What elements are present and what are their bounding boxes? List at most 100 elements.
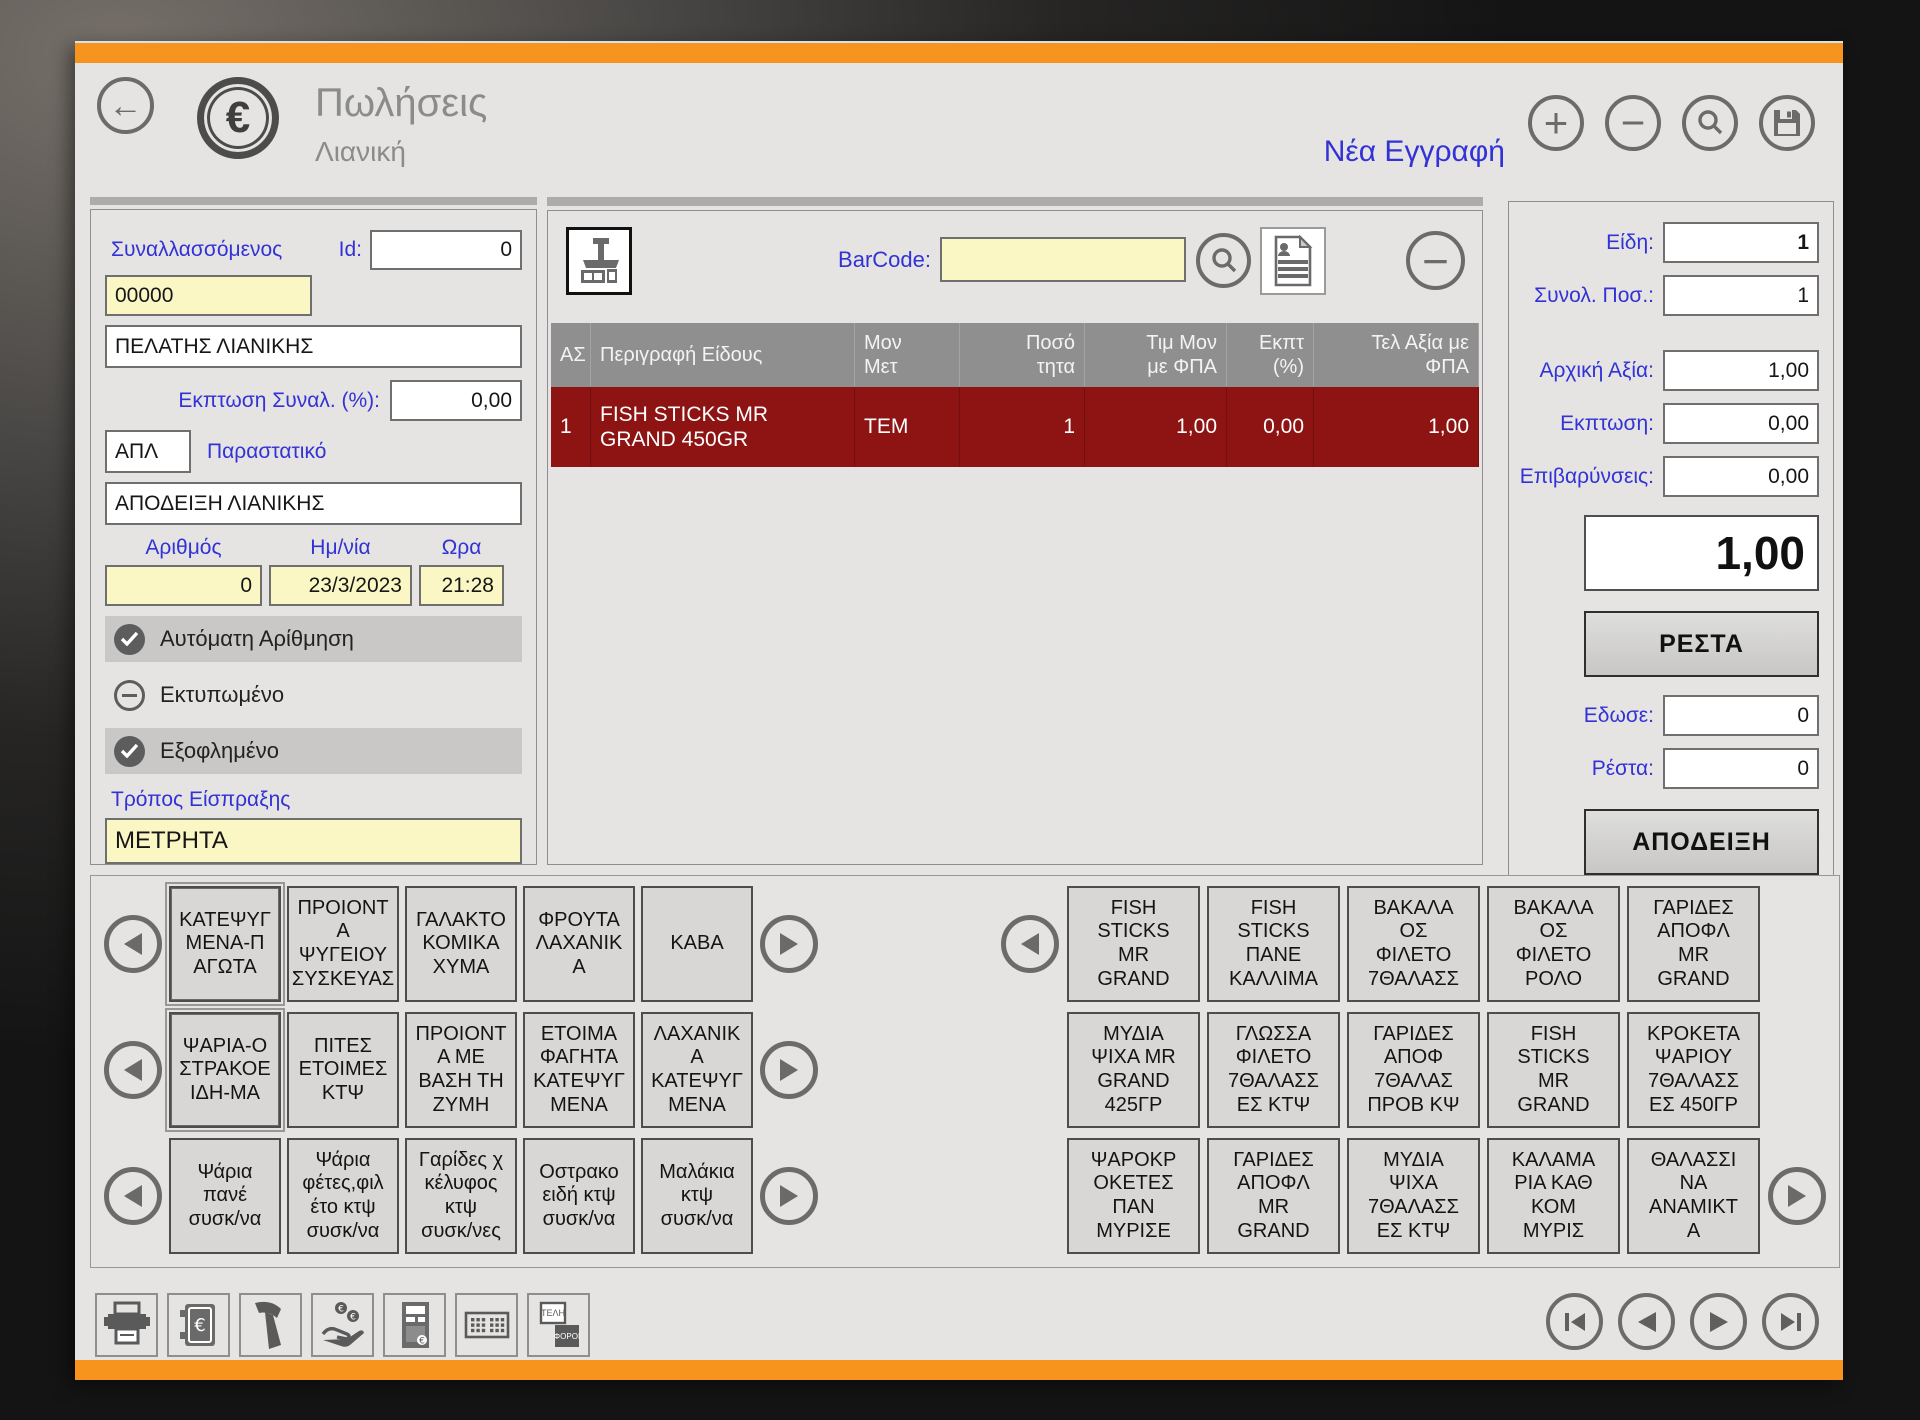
scroll-right-button[interactable]	[760, 1041, 818, 1099]
product-button[interactable]: ΓΛΩΣΣΑ ΦΙΛΕΤΟ 7ΘΑΛΑΣΣ ΕΣ ΚΤΨ	[1207, 1012, 1340, 1128]
doc-number-field[interactable]	[105, 565, 262, 606]
save-icon	[1772, 108, 1802, 138]
category-button[interactable]: ΨΑΡΙΑ-Ο ΣΤΡΑΚΟΕ ΙΔΗ-ΜΑ	[169, 1012, 281, 1128]
cash-register-scale-icon	[575, 236, 623, 286]
triangle-left-icon	[122, 931, 144, 957]
toggle-printed[interactable]: Εκτυπωμένο	[105, 672, 522, 718]
add-record-button[interactable]: +	[1528, 95, 1584, 151]
subcategory-button[interactable]: Ψάρια φέτες,φιλ έτο κτψ συσκ/να	[287, 1138, 399, 1254]
time-label: Ωρα	[419, 536, 504, 560]
panel-strip	[547, 197, 1483, 206]
customer-name-field[interactable]	[105, 325, 522, 368]
doc-type-field[interactable]	[105, 430, 191, 473]
scroll-left-button[interactable]	[1001, 915, 1059, 973]
product-button[interactable]: FISH STICKS MR GRAND	[1487, 1012, 1620, 1128]
product-button[interactable]: ΚΑΛΑΜΑ ΡΙΑ ΚΑΘ ΚΟΜ ΜΥΡΙΣ	[1487, 1138, 1620, 1254]
category-button[interactable]: ΚΑΒΑ	[641, 886, 753, 1002]
svg-text:€: €	[194, 1315, 205, 1336]
product-button[interactable]: ΓΑΡΙΔΕΣ ΑΠΟΦΛ MR GRAND	[1627, 886, 1760, 1002]
cash-register-button[interactable]: €	[383, 1293, 446, 1357]
cell-total: 1,00	[1314, 387, 1479, 467]
category-button[interactable]: ΠΙΤΕΣ ΕΤΟΙΜΕΣ ΚΤΨ	[287, 1012, 399, 1128]
product-button[interactable]: ΓΑΡΙΔΕΣ ΑΠΟΦ 7ΘΑΛΑΣ ΠΡΟΒ ΚΨ	[1347, 1012, 1480, 1128]
product-button[interactable]: ΒΑΚΑΛΑ ΟΣ ΦΙΛΕΤΟ ΡΟΛΟ	[1487, 886, 1620, 1002]
receipt-button[interactable]: ΑΠΟΔΕΙΞΗ	[1584, 809, 1819, 875]
items-count-field[interactable]	[1663, 222, 1819, 263]
category-button[interactable]: ΕΤΟΙΜΑ ΦΑΓΗΤΑ ΚΑΤΕΨΥΓ ΜΕΝΑ	[523, 1012, 635, 1128]
change-amount-field[interactable]	[1663, 748, 1819, 789]
product-button[interactable]: FISH STICKS ΠΑΝΕ ΚΑΛΛΙΜΑ	[1207, 886, 1340, 1002]
cash-register-scale-button[interactable]	[566, 227, 632, 295]
delete-record-button[interactable]: −	[1605, 95, 1661, 151]
fees-taxes-button[interactable]: ΤΕΛΗ ΦΟΡΟΙ	[527, 1293, 590, 1357]
product-button[interactable]: ΜΥΔΙΑ ΨΙΧΑ MR GRAND 425ΓΡ	[1067, 1012, 1200, 1128]
header: ← € Πωλήσεις Λιανική Νέα Εγγραφή + −	[75, 63, 1843, 197]
first-record-button[interactable]	[1546, 1293, 1603, 1350]
cell-line-no: 1	[551, 387, 591, 467]
charges-field[interactable]	[1663, 456, 1819, 497]
scroll-left-button[interactable]	[104, 1041, 162, 1099]
product-button[interactable]: ΨΑΡΟΚΡ ΟΚΕΤΕΣ ΠΑΝ ΜΥΡΙΣΕ	[1067, 1138, 1200, 1254]
discount-field[interactable]	[1663, 403, 1819, 444]
category-button[interactable]: ΚΑΤΕΨΥΓ ΜΕΝΑ-Π ΑΓΩΤΑ	[169, 886, 281, 1002]
last-record-button[interactable]	[1762, 1293, 1819, 1350]
cash-book-button[interactable]: €	[167, 1293, 230, 1357]
category-button[interactable]: ΛΑΧΑΝΙΚ Α ΚΑΤΕΨΥΓ ΜΕΝΑ	[641, 1012, 753, 1128]
page-subtitle: Λιανική	[315, 136, 487, 168]
previous-record-button[interactable]	[1618, 1293, 1675, 1350]
toggle-paid[interactable]: Εξοφλημένο	[105, 728, 522, 774]
customer-code-field[interactable]: 00000	[105, 275, 312, 316]
product-button[interactable]: ΒΑΚΑΛΑ ΟΣ ΦΙΛΕΤΟ 7ΘΑΛΑΣΣ	[1347, 886, 1480, 1002]
category-button[interactable]: ΠΡΟΙΟΝΤ Α ΨΥΓΕΙΟΥ ΣΥΣΚΕΥΑΣ	[287, 886, 399, 1002]
save-record-button[interactable]	[1759, 95, 1815, 151]
change-button[interactable]: ΡΕΣΤΑ	[1584, 611, 1819, 677]
subcategory-button[interactable]: Γαρίδες χ κέλυφος κτψ συσκ/νες	[405, 1138, 517, 1254]
subcategory-button[interactable]: Ψάρια πανέ συσκ/να	[169, 1138, 281, 1254]
category-button[interactable]: ΦΡΟΥΤΑ ΛΑΧΑΝΙΚ Α	[523, 886, 635, 1002]
product-button[interactable]: FISH STICKS MR GRAND	[1067, 886, 1200, 1002]
barcode-scanner-button[interactable]	[239, 1293, 302, 1357]
subcategory-button[interactable]: Οστρακο ειδή κτψ συσκ/να	[523, 1138, 635, 1254]
next-record-button[interactable]	[1690, 1293, 1747, 1350]
scroll-right-button[interactable]	[760, 1167, 818, 1225]
product-button[interactable]: ΜΥΔΙΑ ΨΙΧΑ 7ΘΑΛΑΣΣ ΕΣ ΚΤΨ	[1347, 1138, 1480, 1254]
svg-text:€: €	[338, 1305, 344, 1315]
remove-line-button[interactable]: −	[1406, 231, 1465, 290]
svg-text:ΦΟΡΟΙ: ΦΟΡΟΙ	[553, 1332, 579, 1341]
product-button[interactable]: ΚΡΟΚΕΤΑ ΨΑΡΙΟΥ 7ΘΑΛΑΣΣ ΕΣ 450ΓΡ	[1627, 1012, 1760, 1128]
customer-id-field[interactable]	[370, 230, 522, 270]
payment-method-field[interactable]: ΜΕΤΡΗΤΑ	[105, 818, 522, 864]
toggle-paid-label: Εξοφλημένο	[160, 738, 279, 764]
scroll-left-button[interactable]	[104, 1167, 162, 1225]
col-header: Ποσό τητα	[960, 323, 1085, 387]
doc-time-field[interactable]	[419, 565, 504, 606]
category-button[interactable]: ΠΡΟΙΟΝΤ Α ΜΕ ΒΑΣΗ ΤΗ ΖΥΜΗ	[405, 1012, 517, 1128]
barcode-input[interactable]	[940, 237, 1186, 282]
print-button[interactable]	[95, 1293, 158, 1357]
change-amount-label: Ρέστα:	[1509, 757, 1654, 781]
product-button[interactable]: ΓΑΡΙΔΕΣ ΑΠΟΦΛ MR GRAND	[1207, 1138, 1340, 1254]
svg-text:ΤΕΛΗ: ΤΕΛΗ	[540, 1308, 564, 1318]
product-button[interactable]: ΘΑΛΑΣΣΙ ΝΑ ΑΝΑΜΙΚΤ Α	[1627, 1138, 1760, 1254]
table-row[interactable]: 1 FISH STICKS MR GRAND 450GR ΤΕΜ 1 1,00 …	[551, 387, 1479, 467]
keypad-button[interactable]	[455, 1293, 518, 1357]
item-card-button[interactable]	[1260, 227, 1326, 295]
amount-given-field[interactable]	[1663, 695, 1819, 736]
scroll-right-button[interactable]	[1768, 1167, 1826, 1225]
scroll-left-button[interactable]	[104, 915, 162, 973]
payment-button[interactable]: € €	[311, 1293, 374, 1357]
scroll-right-button[interactable]	[760, 915, 818, 973]
subcategory-button[interactable]: Μαλάκια κτψ συσκ/να	[641, 1138, 753, 1254]
initial-value-field[interactable]	[1663, 350, 1819, 391]
doc-date-field[interactable]	[269, 565, 412, 606]
total-qty-field[interactable]	[1663, 275, 1819, 316]
customer-discount-field[interactable]	[390, 380, 522, 421]
number-label: Αριθμός	[105, 536, 262, 560]
toggle-auto-numbering[interactable]: Αυτόματη Αρίθμηση	[105, 616, 522, 662]
search-record-button[interactable]	[1682, 95, 1738, 151]
category-button[interactable]: ΓΑΛΑΚΤΟ ΚΟΜΙΚΑ ΧΥΜΑ	[405, 886, 517, 1002]
barcode-search-button[interactable]	[1196, 233, 1251, 288]
doc-name-field[interactable]	[105, 482, 522, 525]
back-button[interactable]: ←	[97, 77, 154, 134]
cell-unit: ΤΕΜ	[855, 387, 960, 467]
